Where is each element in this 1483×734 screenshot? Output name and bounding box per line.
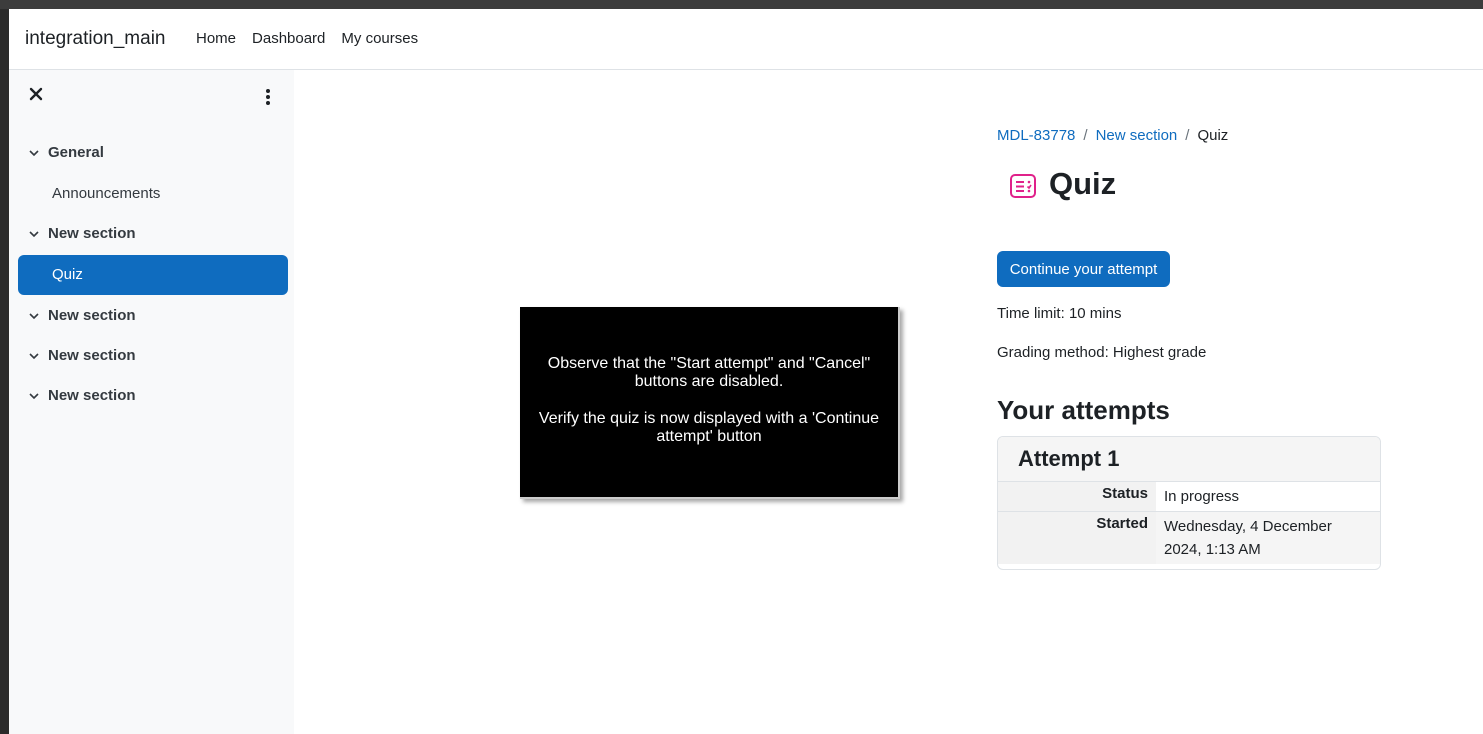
grading-method-text: Grading method: Highest grade bbox=[997, 344, 1207, 361]
nav-link-home[interactable]: Home bbox=[196, 30, 236, 47]
started-value: Wednesday, 4 December 2024, 1:13 AM bbox=[1156, 511, 1380, 564]
window-left-edge bbox=[0, 9, 9, 734]
activity-quiz[interactable]: Quiz bbox=[18, 255, 288, 295]
overlay-instruction-2: Verify the quiz is now displayed with a … bbox=[538, 410, 880, 445]
breadcrumb-course[interactable]: MDL-83778 bbox=[997, 127, 1075, 144]
activity-announcements[interactable]: Announcements bbox=[18, 173, 288, 214]
primary-navigation: Home Dashboard My courses bbox=[196, 30, 418, 47]
time-limit-text: Time limit: 10 mins bbox=[997, 305, 1122, 322]
table-row-status: Status In progress bbox=[998, 482, 1380, 512]
started-label: Started bbox=[998, 511, 1156, 564]
continue-attempt-button[interactable]: Continue your attempt bbox=[997, 251, 1170, 287]
breadcrumb-separator: / bbox=[1083, 127, 1088, 144]
attempt-details-table: Status In progress Started Wednesday, 4 … bbox=[998, 482, 1380, 564]
section-general[interactable]: General bbox=[18, 133, 288, 173]
close-icon-glyph bbox=[29, 87, 43, 101]
section-title-text: General bbox=[48, 144, 104, 161]
section-new-3[interactable]: New section bbox=[18, 336, 288, 376]
chevron-down-icon[interactable] bbox=[28, 390, 40, 402]
status-value: In progress bbox=[1156, 482, 1380, 512]
course-index-drawer: General Announcements New section Quiz N… bbox=[9, 70, 294, 734]
nav-link-my-courses[interactable]: My courses bbox=[341, 30, 418, 47]
attempts-heading: Your attempts bbox=[997, 395, 1170, 425]
table-row-started: Started Wednesday, 4 December 2024, 1:13… bbox=[998, 511, 1380, 564]
course-index: General Announcements New section Quiz N… bbox=[18, 133, 288, 416]
page-title: Quiz bbox=[1049, 166, 1117, 201]
breadcrumb-current: Quiz bbox=[1197, 127, 1229, 144]
breadcrumb-separator: / bbox=[1185, 127, 1190, 144]
section-title-text: New section bbox=[48, 387, 136, 404]
overlay-instruction-1: Observe that the "Start attempt" and "Ca… bbox=[547, 355, 871, 390]
section-new-1[interactable]: New section bbox=[18, 214, 288, 254]
section-title-text: New section bbox=[48, 307, 136, 324]
chevron-down-icon[interactable] bbox=[28, 310, 40, 322]
attempt-summary-card: Attempt 1 Status In progress Started Wed… bbox=[997, 436, 1381, 570]
chevron-down-icon[interactable] bbox=[28, 350, 40, 362]
quiz-icon bbox=[1005, 169, 1041, 205]
nav-link-dashboard[interactable]: Dashboard bbox=[252, 30, 325, 47]
top-navbar: integration_main Home Dashboard My cours… bbox=[9, 9, 1483, 70]
attempt-title: Attempt 1 bbox=[998, 437, 1380, 482]
breadcrumb: MDL-83778 / New section / Quiz bbox=[997, 127, 1228, 144]
status-label: Status bbox=[998, 482, 1156, 512]
section-new-2[interactable]: New section bbox=[18, 296, 288, 336]
quiz-icon-glyph bbox=[1010, 174, 1036, 198]
chevron-down-icon[interactable] bbox=[28, 147, 40, 159]
chevron-down-icon[interactable] bbox=[28, 228, 40, 240]
test-instruction-overlay: Observe that the "Start attempt" and "Ca… bbox=[520, 307, 900, 499]
section-title-text: New section bbox=[48, 225, 136, 242]
kebab-menu-icon[interactable] bbox=[259, 87, 277, 107]
section-new-4[interactable]: New section bbox=[18, 376, 288, 416]
breadcrumb-section[interactable]: New section bbox=[1096, 127, 1178, 144]
section-title-text: New section bbox=[48, 347, 136, 364]
close-icon[interactable] bbox=[29, 87, 45, 105]
window-top-bar bbox=[0, 0, 1483, 9]
site-brand[interactable]: integration_main bbox=[25, 28, 165, 50]
